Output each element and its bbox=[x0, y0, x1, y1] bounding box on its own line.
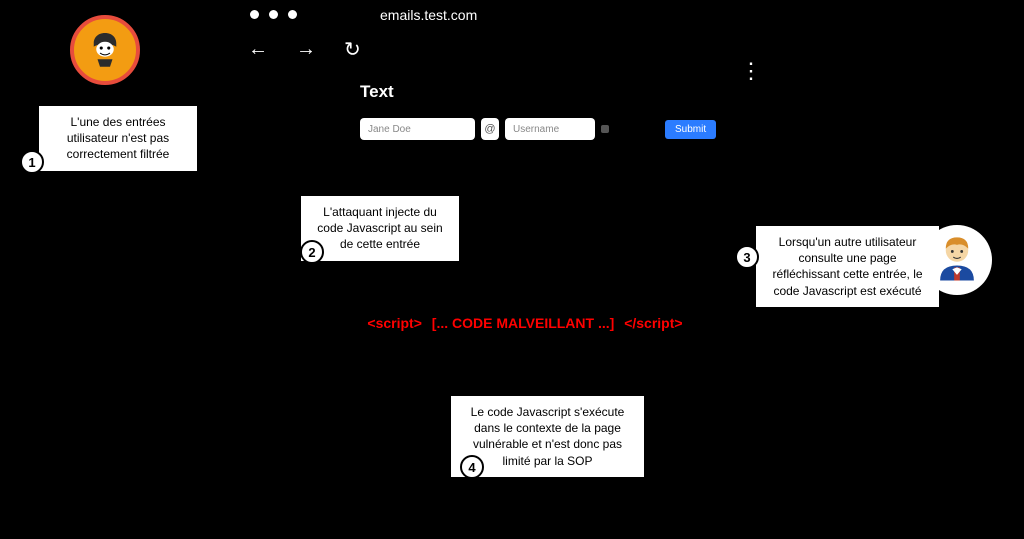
callout-3: Lorsqu'un autre utilisateur consulte une… bbox=[755, 225, 940, 308]
user-icon bbox=[927, 228, 987, 293]
browser-url: emails.test.com bbox=[380, 7, 477, 23]
callout-badge-1: 1 bbox=[20, 150, 44, 174]
callout-1: L'une des entrées utilisateur n'est pas … bbox=[38, 105, 198, 172]
submit-button[interactable]: Submit bbox=[665, 120, 716, 139]
malicious-code-text: <script> [... CODE MALVEILLANT ...] </sc… bbox=[315, 315, 735, 331]
window-dot bbox=[250, 10, 259, 19]
script-body: [... CODE MALVEILLANT ...] bbox=[432, 315, 615, 331]
callout-text: Le code Javascript s'exécute dans le con… bbox=[471, 405, 625, 468]
callout-2: L'attaquant injecte du code Javascript a… bbox=[300, 195, 460, 262]
back-arrow-icon[interactable]: ← bbox=[248, 38, 268, 61]
refresh-icon[interactable]: ↻ bbox=[344, 37, 361, 62]
browser-window: emails.test.com ← → ↻ ⋮ Text Jane Doe @ … bbox=[230, 10, 780, 200]
form-row: Jane Doe @ Username Submit bbox=[360, 118, 780, 140]
checkbox-icon[interactable] bbox=[601, 125, 609, 133]
callout-text: Lorsqu'un autre utilisateur consulte une… bbox=[772, 235, 922, 298]
script-open-tag: <script> bbox=[367, 315, 421, 331]
kebab-menu-icon[interactable]: ⋮ bbox=[740, 58, 760, 84]
window-dot bbox=[269, 10, 278, 19]
window-controls bbox=[230, 10, 780, 19]
hacker-avatar bbox=[70, 15, 140, 85]
user-avatar bbox=[922, 225, 992, 295]
callout-text: L'une des entrées utilisateur n'est pas … bbox=[67, 115, 170, 161]
callout-text: L'attaquant injecte du code Javascript a… bbox=[317, 205, 442, 251]
browser-nav: ← → ↻ bbox=[230, 37, 780, 62]
forward-arrow-icon[interactable]: → bbox=[296, 38, 316, 61]
form-area: Text Jane Doe @ Username Submit bbox=[230, 82, 780, 140]
at-label: @ bbox=[481, 118, 499, 140]
username-input[interactable]: Username bbox=[505, 118, 595, 140]
form-title: Text bbox=[360, 82, 780, 102]
hacker-icon bbox=[85, 28, 125, 73]
input-placeholder: Username bbox=[513, 124, 559, 135]
window-dot bbox=[288, 10, 297, 19]
callout-badge-4: 4 bbox=[460, 455, 484, 479]
script-close-tag: </script> bbox=[624, 315, 682, 331]
name-input[interactable]: Jane Doe bbox=[360, 118, 475, 140]
callout-badge-2: 2 bbox=[300, 240, 324, 264]
callout-badge-3: 3 bbox=[735, 245, 759, 269]
input-placeholder: Jane Doe bbox=[368, 124, 411, 135]
